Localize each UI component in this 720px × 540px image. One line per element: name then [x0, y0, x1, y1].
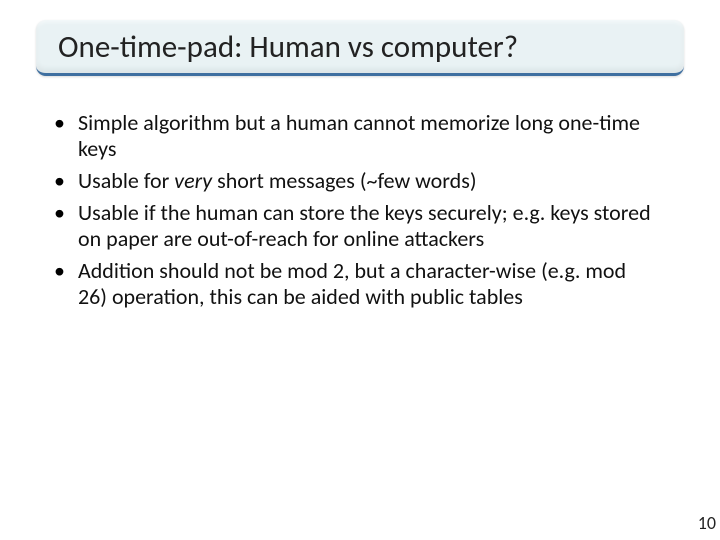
bullet-list: Simple algorithm but a human cannot memo… — [48, 110, 660, 310]
list-item: Usable for very short messages (~few wor… — [48, 168, 660, 194]
slide-title-box: One-time-pad: Human vs computer? — [36, 20, 684, 76]
slide-title: One-time-pad: Human vs computer? — [58, 28, 518, 66]
slide-body: Simple algorithm but a human cannot memo… — [48, 110, 660, 316]
list-item: Simple algorithm but a human cannot memo… — [48, 110, 660, 162]
bullet-text: Addition should not be mod 2, but a char… — [78, 257, 626, 310]
slide: One-time-pad: Human vs computer? Simple … — [0, 0, 720, 540]
bullet-text-post: short messages (~few words) — [212, 167, 476, 194]
list-item: Addition should not be mod 2, but a char… — [48, 258, 660, 310]
bullet-text: Simple algorithm but a human cannot memo… — [78, 109, 640, 162]
bullet-text: Usable if the human can store the keys s… — [78, 199, 651, 252]
list-item: Usable if the human can store the keys s… — [48, 200, 660, 252]
bullet-text-em: very — [174, 167, 212, 194]
page-number: 10 — [698, 512, 716, 534]
bullet-text-pre: Usable for — [78, 167, 174, 194]
